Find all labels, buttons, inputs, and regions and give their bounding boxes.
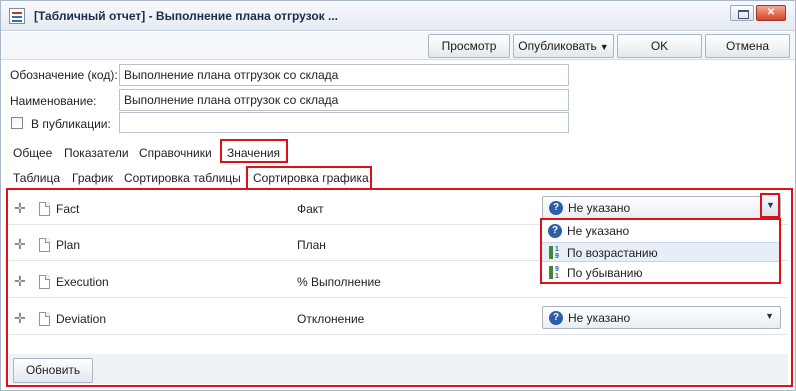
name-label: Наименование:	[10, 94, 97, 108]
dropdown-option-descending[interactable]: 9 1 По убыванию	[542, 263, 779, 283]
chevron-down-icon: ▼	[599, 42, 609, 52]
sort-dropdown-list: ? Не указано 1 9 По возрастанию 9 1 По у…	[540, 218, 781, 284]
close-button[interactable]	[756, 5, 786, 21]
report-dialog: [Табличный отчет] - Выполнение плана отг…	[0, 0, 796, 391]
question-icon: ?	[548, 224, 562, 238]
restore-button[interactable]	[730, 5, 754, 21]
preview-button[interactable]: Просмотр	[428, 34, 510, 58]
dropdown-option-label: Не указано	[567, 224, 630, 238]
title-bar: [Табличный отчет] - Выполнение плана отг…	[1, 1, 795, 31]
question-icon: ?	[549, 201, 563, 215]
row-field-caption: Отклонение	[297, 312, 365, 326]
row-field-name: Execution	[56, 275, 109, 289]
sort-descending-icon: 9 1	[548, 265, 564, 280]
publish-button-label: Опубликовать	[518, 39, 597, 53]
tab-general[interactable]: Общее	[13, 146, 52, 160]
sort-select-value: Не указано	[568, 311, 631, 325]
document-icon	[39, 275, 50, 289]
row-field-caption: План	[297, 238, 326, 252]
table-report-icon	[9, 8, 25, 24]
ok-button[interactable]: OK	[617, 34, 702, 58]
dropdown-option-ascending[interactable]: 1 9 По возрастанию	[542, 242, 779, 262]
chevron-down-icon: ▼	[766, 200, 775, 210]
row-field-caption: Факт	[297, 202, 324, 216]
drag-handle-icon[interactable]	[14, 273, 27, 289]
tab-values[interactable]: Значения	[227, 146, 280, 160]
name-field[interactable]: Выполнение плана отгрузок со склада	[119, 89, 569, 111]
row-field-caption: % Выполнение	[297, 275, 381, 289]
dropdown-option-label: По убыванию	[567, 266, 643, 280]
question-icon: ?	[549, 311, 563, 325]
row-field-name: Plan	[56, 238, 81, 252]
sort-select-value: Не указано	[568, 201, 631, 215]
tab-references[interactable]: Справочники	[139, 146, 212, 160]
dropdown-option-unspecified[interactable]: ? Не указано	[542, 221, 779, 241]
row-field-name: Fact	[56, 202, 80, 216]
subtab-table-sort[interactable]: Сортировка таблицы	[124, 171, 241, 185]
window-title: [Табличный отчет] - Выполнение плана отг…	[34, 9, 339, 23]
publish-label: В публикации:	[31, 117, 111, 131]
drag-handle-icon[interactable]	[14, 310, 27, 326]
cancel-button[interactable]: Отмена	[705, 34, 790, 58]
document-icon	[39, 202, 50, 216]
sort-ascending-icon: 1 9	[548, 245, 564, 260]
subtab-chart-sort[interactable]: Сортировка графика	[253, 171, 369, 185]
table-row: Deviation Отклонение ? Не указано ▼	[9, 301, 788, 335]
publish-button[interactable]: Опубликовать ▼	[513, 34, 614, 58]
code-field[interactable]: Выполнение плана отгрузок со склада	[119, 64, 569, 86]
document-icon	[39, 238, 50, 252]
row-field-name: Deviation	[56, 312, 107, 326]
sort-select[interactable]: ? Не указано	[542, 196, 781, 219]
document-icon	[39, 312, 50, 326]
drag-handle-icon[interactable]	[14, 200, 27, 216]
dropdown-option-label: По возрастанию	[567, 246, 658, 260]
subtab-chart[interactable]: График	[72, 171, 113, 185]
dropdown-toggle-button[interactable]: ▼	[760, 193, 780, 218]
refresh-button[interactable]: Обновить	[13, 358, 93, 383]
publish-field[interactable]	[119, 112, 569, 133]
drag-handle-icon[interactable]	[14, 236, 27, 252]
sort-select[interactable]: ? Не указано ▼	[542, 306, 781, 329]
code-label: Обозначение (код):	[10, 68, 118, 82]
publish-checkbox[interactable]	[11, 117, 23, 129]
chevron-down-icon[interactable]: ▼	[765, 311, 774, 321]
tab-indicators[interactable]: Показатели	[64, 146, 129, 160]
toolbar: Просмотр Опубликовать ▼ OK Отмена	[1, 32, 795, 60]
grid-footer	[9, 354, 788, 384]
subtab-table[interactable]: Таблица	[13, 171, 60, 185]
